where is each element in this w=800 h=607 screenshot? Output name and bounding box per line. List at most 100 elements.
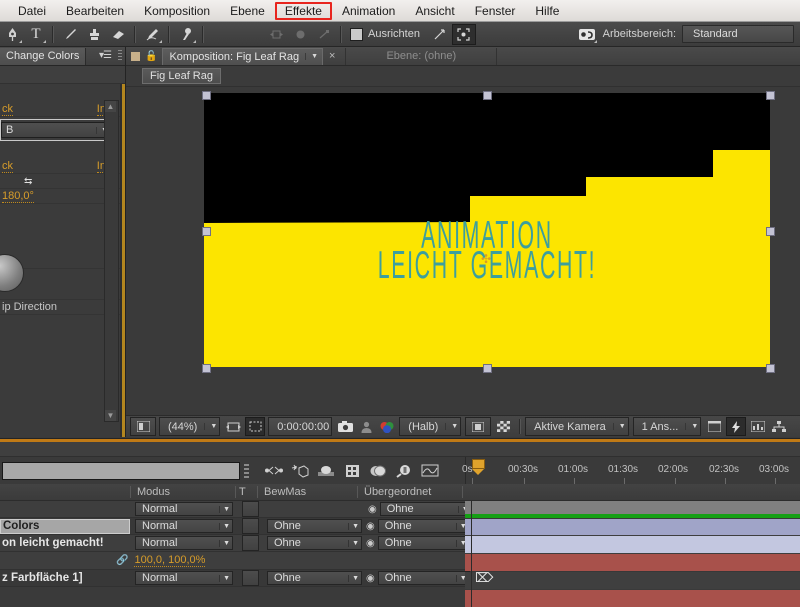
track-matte-toggle[interactable]: [242, 501, 259, 517]
anchor-frame-icon[interactable]: [451, 23, 476, 45]
menu-item-ansicht[interactable]: Ansicht: [405, 2, 464, 20]
comp-flowchart-icon[interactable]: [770, 418, 788, 435]
effect-panel-scrollbar[interactable]: ▲ ▼: [104, 100, 119, 422]
zoom-dropdown[interactable]: (44%) ▼: [159, 417, 221, 436]
timeline-ruler[interactable]: 0s 00:30s 01:00s 01:30s 02:00s 02:30s 03…: [462, 457, 800, 484]
menu-item-bearbeiten[interactable]: Bearbeiten: [56, 2, 134, 20]
resolution-dropdown[interactable]: (Halb) ▼: [399, 417, 462, 436]
layer-parent-dropdown[interactable]: Ohne ▼: [377, 536, 470, 550]
workspace-switch-icon[interactable]: [575, 24, 599, 45]
selection-handle-br[interactable]: [766, 364, 775, 373]
selection-handle-ml[interactable]: [202, 227, 211, 236]
workspace-dropdown[interactable]: Standard: [682, 25, 794, 43]
selection-handle-tr[interactable]: [766, 91, 775, 100]
composition-stage[interactable]: ANIMATION LEICHT GEMACHT! ✣: [204, 93, 770, 367]
puppet-pin-tool-icon[interactable]: [174, 24, 198, 45]
panel-menu-icon[interactable]: ▾☰: [99, 50, 112, 61]
link-icon[interactable]: 🔗: [116, 555, 128, 566]
composition-viewer[interactable]: ANIMATION LEICHT GEMACHT! ✣: [126, 87, 800, 401]
timeline-grip-icon[interactable]: [244, 463, 249, 478]
fast-previews-icon[interactable]: [726, 417, 747, 436]
motion-blur-icon[interactable]: [313, 460, 339, 482]
layer-name[interactable]: on leicht gemacht!: [0, 537, 130, 549]
menu-item-ebene[interactable]: Ebene: [220, 2, 275, 20]
track-matte-toggle[interactable]: [242, 535, 259, 551]
menu-item-fenster[interactable]: Fenster: [465, 2, 526, 20]
pixel-aspect-icon[interactable]: [705, 418, 723, 435]
track-matte-toggle[interactable]: [242, 518, 259, 534]
menu-item-datei[interactable]: Datei: [8, 2, 56, 20]
layer-bar-0[interactable]: [465, 501, 800, 514]
mask-icon[interactable]: [224, 418, 242, 435]
timeline-jump-icon[interactable]: [749, 418, 767, 435]
menu-item-effekte[interactable]: Effekte: [274, 1, 332, 20]
roto-brush-tool-icon[interactable]: [140, 24, 164, 45]
channels-rgb-icon[interactable]: [378, 418, 396, 435]
camera-view-dropdown[interactable]: Aktive Kamera ▼: [525, 417, 629, 436]
snap-icon[interactable]: [428, 24, 452, 45]
layer-parent-dropdown[interactable]: Ohne ▼: [377, 571, 470, 585]
graph-editor-icon[interactable]: [417, 460, 443, 482]
layer-name[interactable]: z Farbfläche 1]: [0, 572, 130, 584]
menu-item-komposition[interactable]: Komposition: [134, 2, 220, 20]
effect-angle-value[interactable]: 180,0°: [2, 190, 34, 203]
selection-handle-bc[interactable]: [483, 364, 492, 373]
timecode-field[interactable]: 0:00:00:00: [268, 417, 333, 436]
frame-blend-icon[interactable]: [287, 460, 313, 482]
selection-handle-tl[interactable]: [202, 91, 211, 100]
viewer-quality-icon[interactable]: [465, 417, 492, 436]
always-preview-icon[interactable]: [130, 417, 156, 436]
panel-grip-icon[interactable]: [118, 50, 122, 62]
column-header-t[interactable]: T: [235, 486, 257, 498]
search-input[interactable]: [2, 461, 240, 480]
chevron-down-icon[interactable]: ▼: [305, 53, 318, 60]
effect-row-label-2[interactable]: ck: [2, 160, 13, 173]
menu-item-animation[interactable]: Animation: [332, 2, 405, 20]
show-snapshot-icon[interactable]: [357, 418, 375, 435]
layer-stack-icon[interactable]: [365, 460, 391, 482]
anchor-point-icon[interactable]: ✣: [481, 253, 491, 265]
column-header-modus[interactable]: Modus: [130, 486, 235, 498]
breadcrumb-fig-leaf-rag[interactable]: Fig Leaf Rag: [142, 68, 221, 84]
scale-value[interactable]: 100,0, 100,0%: [134, 554, 206, 567]
layer-parent-dropdown[interactable]: Ohne ▼: [377, 519, 470, 533]
layer-bar-2[interactable]: [465, 536, 800, 553]
brush-tool-icon[interactable]: [58, 24, 82, 45]
selection-handle-tc[interactable]: [483, 91, 492, 100]
column-header-uebergeordnet[interactable]: Übergeordnet: [357, 486, 462, 498]
parent-pickwhip-icon[interactable]: ◉: [366, 573, 375, 584]
layer-bar-5[interactable]: [465, 590, 800, 607]
layer-trackmatte-dropdown[interactable]: Ohne ▼: [267, 571, 362, 585]
align-checkbox[interactable]: [350, 27, 363, 41]
layer-parent-dropdown[interactable]: Ohne ▼: [379, 502, 472, 516]
shy-icon[interactable]: [261, 460, 287, 482]
clone-stamp-tool-icon[interactable]: [82, 24, 106, 45]
layer-mode-dropdown[interactable]: Normal ▼: [135, 571, 233, 585]
scroll-up-icon[interactable]: ▲: [105, 101, 116, 112]
region-of-interest-icon[interactable]: [245, 417, 266, 436]
layer-bar-3[interactable]: [465, 554, 800, 571]
parent-pickwhip-icon[interactable]: ◉: [368, 504, 377, 515]
layer-bar-0-green[interactable]: [465, 514, 800, 518]
effect-match-colors-dropdown[interactable]: B ▼: [1, 122, 111, 138]
selection-handle-bl[interactable]: [202, 364, 211, 373]
transparency-grid-icon[interactable]: [494, 418, 512, 435]
track-matte-toggle[interactable]: [242, 570, 259, 586]
layer-bar-4[interactable]: [465, 572, 800, 589]
3d-film-icon[interactable]: [339, 460, 365, 482]
align-checkbox-group[interactable]: Ausrichten: [346, 27, 428, 41]
layer-mode-dropdown[interactable]: Normal ▼: [135, 519, 233, 533]
parent-pickwhip-icon[interactable]: ◉: [366, 521, 375, 532]
pen-tool-icon[interactable]: [0, 24, 24, 45]
layer-mode-dropdown[interactable]: Normal ▼: [135, 502, 233, 516]
column-header-bewmas[interactable]: BewMas: [257, 486, 357, 498]
scroll-down-icon[interactable]: ▼: [105, 410, 116, 421]
effects-bulb-icon[interactable]: [391, 460, 417, 482]
camera-icon[interactable]: [336, 418, 354, 435]
close-icon[interactable]: ×: [329, 50, 335, 62]
layer-mode-dropdown[interactable]: Normal ▼: [135, 536, 233, 550]
menu-item-hilfe[interactable]: Hilfe: [525, 2, 569, 20]
effect-row-label-1[interactable]: ck: [2, 103, 13, 116]
text-tool-icon[interactable]: T: [24, 24, 48, 45]
tab-ebene[interactable]: Ebene: (ohne): [345, 47, 498, 65]
